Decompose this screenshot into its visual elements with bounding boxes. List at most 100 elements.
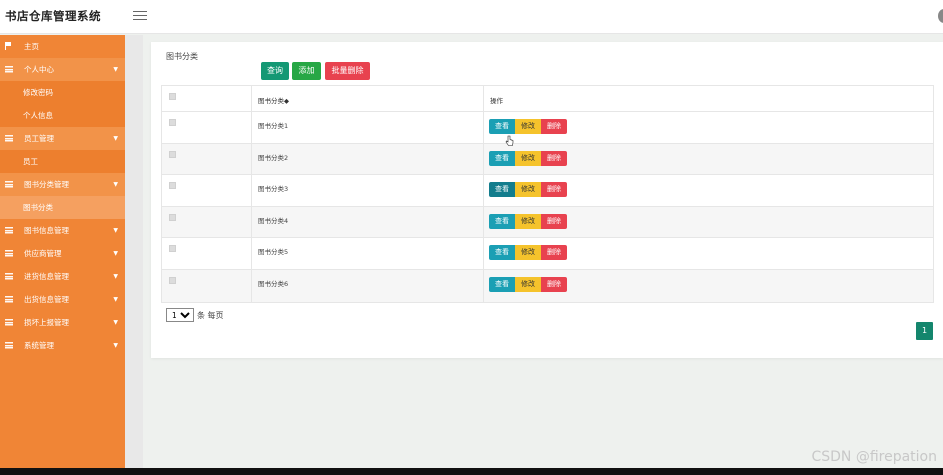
grid-icon bbox=[5, 342, 13, 349]
sidebar-item-8[interactable]: 图书信息管理 ▼ bbox=[0, 219, 125, 242]
edit-button[interactable]: 修改 bbox=[515, 213, 541, 229]
edit-button[interactable]: 修改 bbox=[515, 182, 541, 198]
sidebar-item-12[interactable]: 损坏上报管理 ▼ bbox=[0, 311, 125, 334]
chevron-down-icon: ▼ bbox=[113, 66, 118, 73]
grid-icon bbox=[5, 250, 13, 257]
sidebar-item-4[interactable]: 员工管理 ▼ bbox=[0, 127, 125, 150]
delete-button[interactable]: 删除 bbox=[541, 119, 567, 134]
sidebar-item-10[interactable]: 进货信息管理 ▼ bbox=[0, 265, 125, 288]
edit-button[interactable]: 修改 bbox=[515, 276, 541, 292]
row-checkbox[interactable] bbox=[169, 182, 176, 190]
menu-toggle-icon[interactable] bbox=[133, 8, 147, 22]
sidebar-item-6[interactable]: 图书分类管理 ▼ bbox=[0, 173, 125, 196]
view-button[interactable]: 查看 bbox=[489, 245, 515, 261]
sidebar-item-9[interactable]: 供应商管理 ▼ bbox=[0, 242, 125, 265]
sidebar: 主页个人中心 ▼ 修改密码个人信息员工管理 ▼ 员工图书分类管理 ▼ 图书分类图书信息管理 ▼… bbox=[0, 35, 125, 468]
query-button[interactable]: 查询 bbox=[261, 62, 289, 80]
grid-icon bbox=[5, 66, 13, 73]
grid-icon bbox=[5, 227, 13, 234]
sidebar-item-label: 系统管理 bbox=[24, 341, 54, 350]
sidebar-item-2[interactable]: 修改密码 bbox=[0, 81, 125, 104]
select-all-checkbox[interactable] bbox=[169, 93, 176, 100]
table-row: 图书分类2 查看 修改 删除 bbox=[162, 143, 933, 176]
flag-icon bbox=[5, 42, 12, 50]
category-table: 图书分类◆ 操作 图书分类1 查看 修改 删除 图书分类2 查看 修改 删除 图书分类3 查看 修改… bbox=[161, 85, 934, 303]
bottom-bar bbox=[0, 468, 943, 475]
category-name: 图书分类4 bbox=[258, 216, 289, 225]
category-name: 图书分类1 bbox=[258, 122, 289, 130]
edit-button[interactable]: 修改 bbox=[515, 150, 541, 166]
sidebar-item-label: 主页 bbox=[24, 42, 39, 51]
sidebar-item-7[interactable]: 图书分类 bbox=[0, 196, 125, 219]
grid-icon bbox=[5, 296, 13, 303]
sidebar-item-13[interactable]: 系统管理 ▼ bbox=[0, 334, 125, 357]
grid-icon bbox=[5, 135, 13, 142]
search-label: 图书分类 bbox=[166, 52, 198, 61]
content-gutter bbox=[125, 35, 143, 468]
category-name: 图书分类6 bbox=[258, 279, 289, 288]
view-button[interactable]: 查看 bbox=[489, 150, 515, 166]
avatar[interactable] bbox=[938, 9, 943, 23]
view-button[interactable]: 查看 bbox=[489, 213, 515, 229]
row-checkbox[interactable] bbox=[169, 245, 176, 253]
sidebar-item-label: 员工 bbox=[23, 157, 38, 166]
chevron-down-icon: ▼ bbox=[113, 250, 118, 257]
page-size-select[interactable]: 10 bbox=[166, 308, 194, 322]
sidebar-item-label: 损坏上报管理 bbox=[24, 318, 69, 327]
chevron-down-icon: ▼ bbox=[113, 181, 118, 188]
chevron-down-icon: ▼ bbox=[113, 135, 118, 142]
sidebar-item-1[interactable]: 个人中心 ▼ bbox=[0, 58, 125, 81]
sidebar-item-0[interactable]: 主页 bbox=[0, 35, 125, 58]
sidebar-item-label: 员工管理 bbox=[24, 134, 54, 143]
edit-button[interactable]: 修改 bbox=[515, 119, 541, 134]
table-row: 图书分类5 查看 修改 删除 bbox=[162, 238, 933, 270]
add-button[interactable]: 添加 bbox=[292, 62, 321, 80]
sidebar-item-3[interactable]: 个人信息 bbox=[0, 104, 125, 127]
view-button[interactable]: 查看 bbox=[489, 119, 515, 134]
chevron-down-icon: ▼ bbox=[113, 227, 118, 234]
batch-delete-button[interactable]: 批量删除 bbox=[325, 62, 370, 80]
delete-button[interactable]: 删除 bbox=[541, 150, 567, 166]
page-button-current[interactable]: 1 bbox=[916, 322, 933, 340]
column-header-category[interactable]: 图书分类◆ bbox=[258, 95, 289, 105]
column-header-ops: 操作 bbox=[490, 97, 503, 105]
mouse-cursor-icon bbox=[505, 135, 514, 146]
row-checkbox[interactable] bbox=[169, 150, 176, 158]
app-title: 书店仓库管理系统 bbox=[5, 9, 101, 23]
delete-button[interactable]: 删除 bbox=[541, 276, 567, 292]
edit-button[interactable]: 修改 bbox=[515, 245, 541, 261]
delete-button[interactable]: 删除 bbox=[541, 245, 567, 261]
watermark: CSDN @firepation bbox=[811, 449, 937, 465]
chevron-down-icon: ▼ bbox=[113, 342, 118, 349]
sidebar-item-11[interactable]: 出货信息管理 ▼ bbox=[0, 288, 125, 311]
sidebar-item-label: 个人中心 bbox=[24, 65, 54, 74]
sidebar-item-5[interactable]: 员工 bbox=[0, 150, 125, 173]
sidebar-item-label: 供应商管理 bbox=[24, 249, 62, 258]
top-bar: 书店仓库管理系统 bbox=[0, 0, 943, 34]
row-checkbox[interactable] bbox=[169, 276, 176, 284]
sidebar-item-label: 图书信息管理 bbox=[24, 226, 69, 235]
search-input[interactable] bbox=[166, 62, 258, 80]
delete-button[interactable]: 删除 bbox=[541, 213, 567, 229]
chevron-down-icon: ▼ bbox=[113, 296, 118, 303]
sidebar-item-label: 个人信息 bbox=[23, 111, 53, 120]
table-header: 图书分类◆ 操作 bbox=[162, 86, 933, 112]
view-button[interactable]: 查看 bbox=[489, 182, 515, 198]
table-row: 图书分类6 查看 修改 删除 bbox=[162, 269, 933, 302]
view-button[interactable]: 查看 bbox=[489, 276, 515, 292]
grid-icon bbox=[5, 181, 13, 188]
sidebar-item-label: 修改密码 bbox=[23, 88, 53, 97]
sidebar-item-label: 图书分类 bbox=[23, 203, 53, 212]
sidebar-item-label: 出货信息管理 bbox=[24, 295, 69, 304]
grid-icon bbox=[5, 319, 13, 326]
category-name: 图书分类5 bbox=[258, 248, 289, 257]
row-checkbox[interactable] bbox=[169, 213, 176, 221]
table-row: 图书分类3 查看 修改 删除 bbox=[162, 175, 933, 207]
category-name: 图书分类3 bbox=[258, 185, 289, 194]
delete-button[interactable]: 删除 bbox=[541, 182, 567, 198]
chevron-down-icon: ▼ bbox=[113, 273, 118, 280]
row-checkbox[interactable] bbox=[169, 119, 176, 126]
page-size-suffix: 条 每页 bbox=[197, 311, 224, 320]
grid-icon bbox=[5, 273, 13, 280]
sidebar-item-label: 图书分类管理 bbox=[24, 180, 69, 189]
